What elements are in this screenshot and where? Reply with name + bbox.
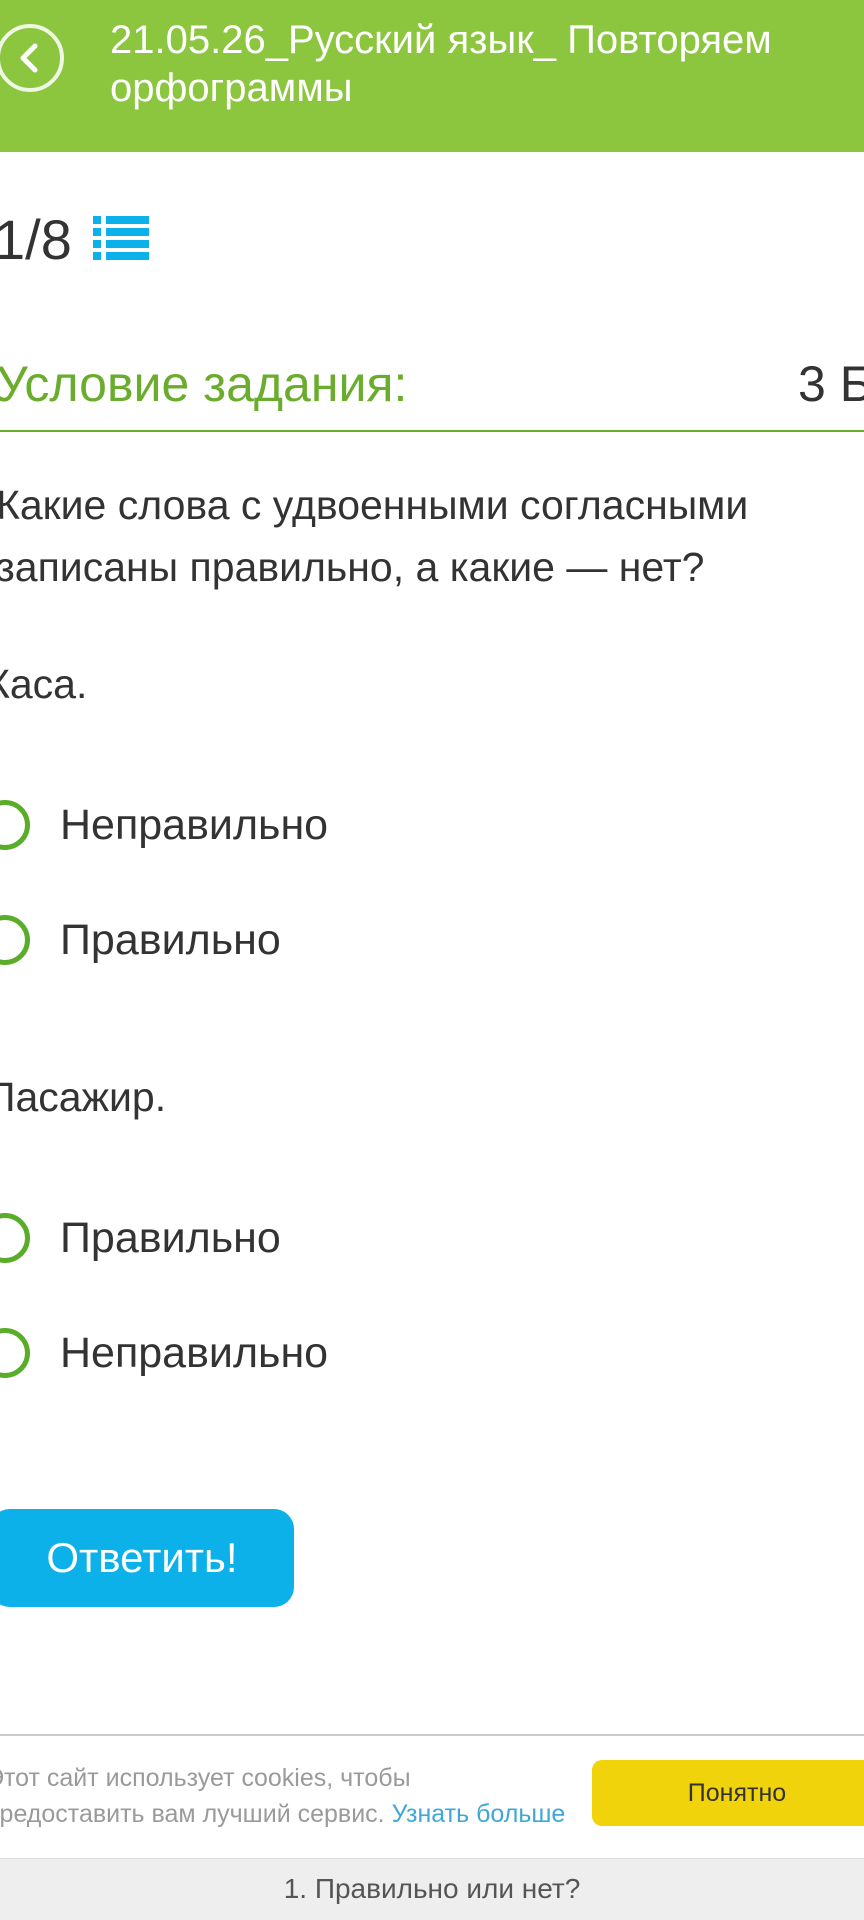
option-2-2[interactable]: Неправильно [0, 1323, 328, 1383]
progress-current: 1 [0, 208, 26, 271]
cookie-accept-button[interactable]: Понятно [592, 1760, 864, 1826]
word-1: Каса. [0, 661, 88, 707]
condition-title: Условие задания: [0, 356, 408, 412]
bottom-bar-text: 1. Правильно или нет? [283, 1873, 581, 1904]
question-text: Какие слова с удвоенными согласными запи… [0, 482, 749, 590]
option-1-2[interactable]: Правильно [0, 910, 281, 970]
word-2: Пасажир. [0, 1074, 167, 1120]
progress-total: 8 [40, 208, 72, 271]
bottom-bar: 1. Правильно или нет? [0, 1858, 864, 1920]
option-label: Правильно [60, 916, 281, 964]
option-label: Неправильно [60, 801, 329, 849]
option-2-1[interactable]: Правильно [0, 1208, 281, 1268]
condition-divider [0, 430, 864, 432]
chevron-left-icon [20, 43, 38, 73]
radio-button[interactable] [0, 915, 30, 965]
task-progress: 1/8 [0, 208, 72, 272]
progress-separator: / [25, 208, 41, 271]
option-label: Неправильно [60, 1329, 329, 1377]
cookie-banner: Этот сайт использует cookies, чтобы пред… [0, 1734, 864, 1858]
option-1-1[interactable]: Неправильно [0, 795, 328, 855]
score-label: 3 Б [798, 356, 864, 412]
radio-button[interactable] [0, 1328, 30, 1378]
back-button[interactable] [0, 24, 64, 92]
app-header: 21.05.26_Русский язык_ Повторяем орфогра… [0, 0, 864, 152]
radio-button[interactable] [0, 1213, 30, 1263]
cookie-text: Этот сайт использует cookies, чтобы пред… [0, 1760, 576, 1832]
page-title: 21.05.26_Русский язык_ Повторяем орфогра… [110, 18, 772, 110]
option-label: Правильно [60, 1214, 281, 1262]
cookie-message: Этот сайт использует cookies, чтобы пред… [0, 1764, 411, 1828]
list-icon[interactable] [93, 214, 149, 264]
radio-button[interactable] [0, 800, 30, 850]
learn-more-link[interactable]: Узнать больше [392, 1800, 566, 1828]
answer-button[interactable]: Ответить! [0, 1509, 294, 1607]
